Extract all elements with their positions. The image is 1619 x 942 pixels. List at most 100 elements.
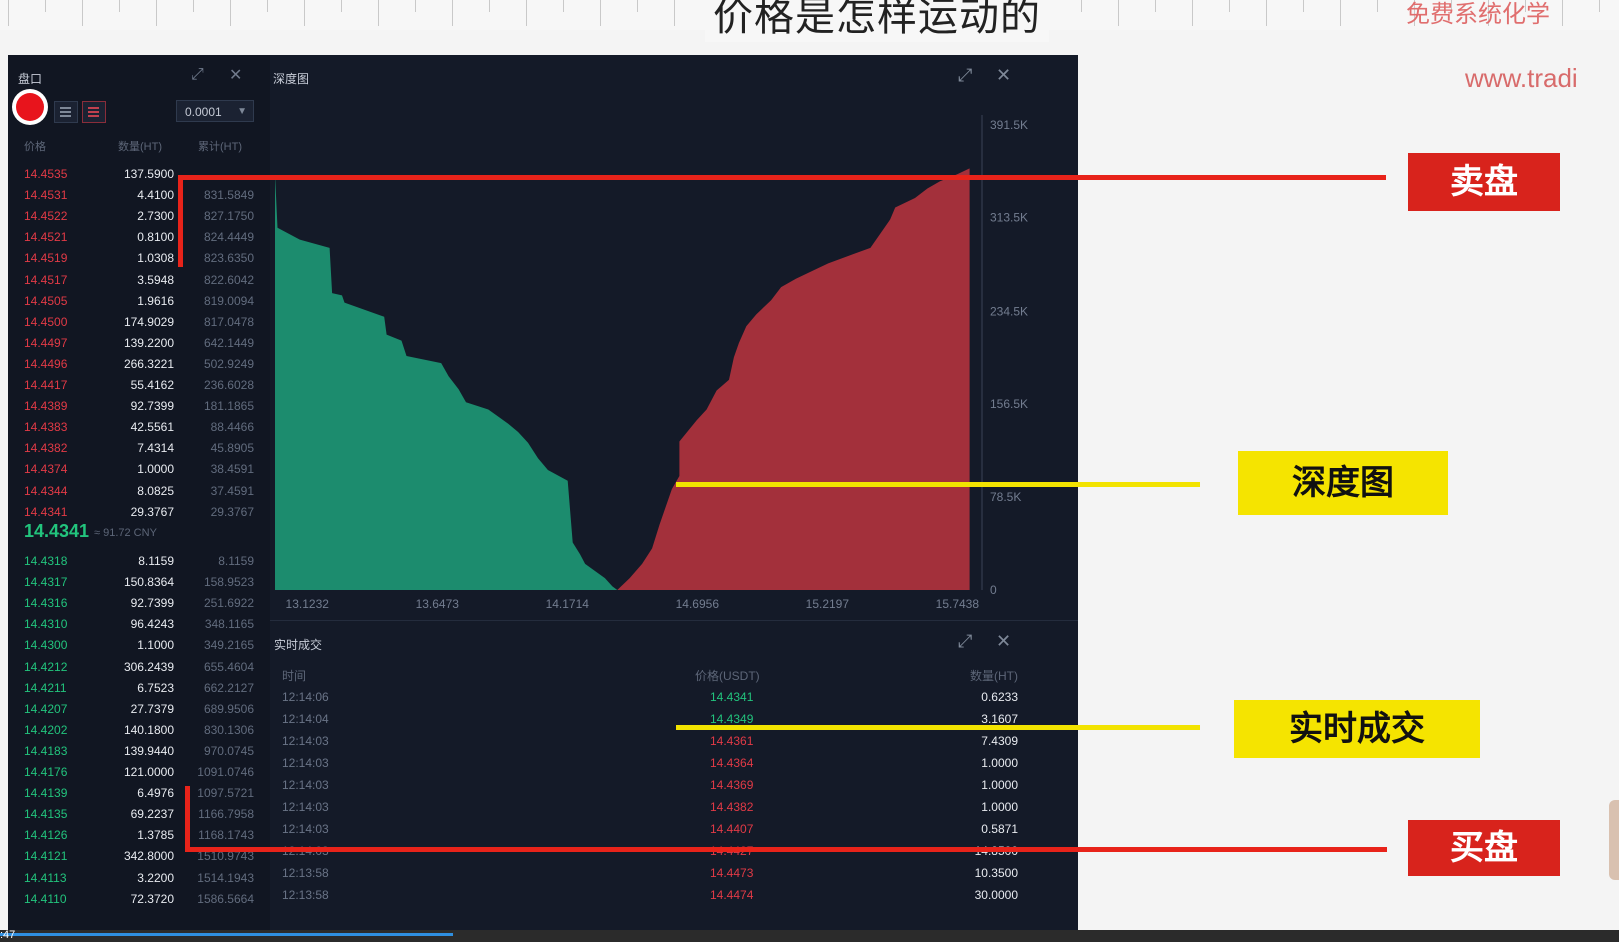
buy-annotation-line — [185, 847, 1387, 852]
record-icon[interactable] — [10, 87, 50, 127]
ask-price: 14.4531 — [24, 188, 68, 203]
video-progress-fill — [0, 933, 454, 936]
ask-total: 819.0094 — [203, 293, 254, 308]
ask-total: 37.4591 — [210, 483, 254, 498]
y-tick-label: 234.5K — [990, 304, 1028, 318]
expand-icon[interactable]: ⤢ — [958, 631, 972, 652]
buy-label: 买盘 — [1408, 820, 1560, 876]
bid-row[interactable]: 14.4176 121.0000 1091.0746 — [8, 763, 270, 783]
bid-row[interactable]: 14.4113 3.2200 1514.1943 — [8, 869, 270, 889]
bid-row[interactable]: 14.4316 92.7399 251.6922 — [8, 594, 270, 614]
trade-price: 14.4361 — [710, 734, 754, 748]
bid-row[interactable]: 14.4183 139.9440 970.0745 — [8, 742, 270, 762]
orderbook-title: 盘口 — [18, 72, 43, 86]
x-tick-label: 13.6473 — [416, 597, 460, 611]
ask-row[interactable]: 14.4383 42.5561 88.4466 — [8, 418, 270, 438]
ask-row[interactable]: 14.4417 55.4162 236.6028 — [8, 376, 270, 396]
orderbook-panel: 盘口 ⤢ ✕ 0.0001 ▼ 价格 数量(HT) 累计(HT) 14.4535… — [8, 55, 270, 932]
bid-row[interactable]: 14.4318 8.1159 8.1159 — [8, 552, 270, 572]
bid-row[interactable]: 14.4202 140.1800 830.1306 — [8, 721, 270, 741]
y-tick-label: 0 — [990, 583, 997, 597]
bid-price: 14.4110 — [24, 891, 67, 906]
bid-amount: 6.4976 — [137, 786, 174, 801]
video-progress-bar[interactable] — [0, 930, 1619, 942]
trade-row: 12:13:58 14.4474 30.0000 — [270, 886, 1078, 907]
sell-annotation-line — [178, 175, 1386, 180]
trade-time: 12:14:03 — [282, 800, 329, 814]
ruler-tick — [119, 0, 120, 12]
bid-row[interactable]: 14.4126 1.3785 1168.1743 — [8, 826, 270, 846]
ask-row[interactable]: 14.4374 1.0000 38.4591 — [8, 460, 270, 480]
bid-row[interactable]: 14.4135 69.2237 1166.7958 — [8, 805, 270, 825]
ruler-tick — [1118, 0, 1119, 26]
bid-row[interactable]: 14.4139 6.4976 1097.5721 — [8, 784, 270, 804]
ask-row[interactable]: 14.4500 174.9029 817.0478 — [8, 313, 270, 333]
ask-amount: 266.3221 — [123, 356, 174, 371]
ruler-tick — [1303, 0, 1304, 12]
ask-price: 14.4344 — [24, 483, 68, 498]
bid-row[interactable]: 14.4211 6.7523 662.2127 — [8, 679, 270, 699]
close-icon[interactable]: ✕ — [996, 631, 1011, 652]
bid-total: 1091.0746 — [197, 765, 254, 779]
ask-row[interactable]: 14.4519 1.0308 823.6350 — [8, 249, 270, 269]
ask-amount: 7.4314 — [137, 441, 174, 456]
ask-row[interactable]: 14.4517 3.5948 822.6042 — [8, 271, 270, 291]
header-total: 累计(HT) — [198, 141, 242, 153]
bid-row[interactable]: 14.4110 72.3720 1586.5664 — [8, 890, 270, 910]
bid-price: 14.4310 — [24, 617, 68, 632]
bid-amount: 96.4243 — [130, 617, 174, 632]
ask-row[interactable]: 14.4496 266.3221 502.9249 — [8, 355, 270, 375]
bid-price: 14.4183 — [24, 743, 68, 758]
bid-row[interactable]: 14.4310 96.4243 348.1165 — [8, 615, 270, 635]
view-both-button[interactable] — [54, 101, 78, 123]
bid-total: 1097.5721 — [197, 786, 254, 801]
ruler-tick — [267, 0, 268, 12]
ruler-tick — [600, 0, 601, 26]
trade-row: 12:14:03 14.4361 7.4309 — [270, 732, 1078, 753]
bid-price: 14.4126 — [24, 828, 68, 843]
ask-total: 88.4466 — [210, 420, 254, 435]
sell-annotation-bracket — [178, 175, 183, 267]
bid-total: 655.4604 — [203, 659, 254, 674]
ask-total: 181.1865 — [203, 399, 254, 414]
bid-amount: 27.7379 — [130, 701, 174, 716]
precision-select[interactable]: 0.0001 ▼ — [176, 100, 254, 122]
view-list-button[interactable] — [82, 101, 106, 123]
ask-depth-area — [617, 125, 970, 590]
trade-time: 12:14:03 — [282, 778, 329, 792]
bid-amount: 72.3720 — [130, 891, 174, 906]
ask-row[interactable]: 14.4382 7.4314 45.8905 — [8, 439, 270, 459]
ask-price: 14.4535 — [24, 167, 68, 181]
close-icon[interactable]: ✕ — [229, 65, 242, 85]
bid-amount: 3.2200 — [137, 870, 174, 885]
ask-row[interactable]: 14.4341 29.3767 29.3767 — [8, 503, 270, 523]
ask-row[interactable]: 14.4389 92.7399 181.1865 — [8, 397, 270, 417]
ask-total: 831.5849 — [203, 188, 254, 203]
bid-row[interactable]: 14.4300 1.1000 349.2165 — [8, 636, 270, 656]
ask-row[interactable]: 14.4344 8.0825 37.4591 — [8, 482, 270, 502]
trade-time: 12:13:58 — [282, 866, 329, 880]
trade-price: 14.4349 — [710, 712, 754, 726]
ask-row[interactable]: 14.4497 139.2200 642.1449 — [8, 334, 270, 354]
bid-row[interactable]: 14.4212 306.2439 655.4604 — [8, 658, 270, 678]
bid-row[interactable]: 14.4207 27.7379 689.9506 — [8, 700, 270, 720]
ask-amount: 1.9616 — [137, 293, 174, 308]
ruler-tick — [1340, 0, 1341, 26]
bid-amount: 342.8000 — [123, 849, 174, 864]
expand-icon[interactable]: ⤢ — [191, 66, 204, 84]
ask-price: 14.4521 — [24, 230, 68, 245]
ask-total: 502.9249 — [203, 356, 254, 371]
ask-total: 823.6350 — [203, 251, 254, 266]
ask-row[interactable]: 14.4505 1.9616 819.0094 — [8, 292, 270, 312]
ask-row[interactable]: 14.4522 2.7300 827.1750 — [8, 207, 270, 227]
ask-row[interactable]: 14.4531 4.4100 831.5849 — [8, 186, 270, 206]
ask-row[interactable]: 14.4521 0.8100 824.4449 — [8, 228, 270, 248]
bid-price: 14.4211 — [24, 680, 67, 695]
ask-total: 822.6042 — [203, 272, 254, 287]
bid-price: 14.4113 — [24, 870, 67, 885]
presenter-edge — [1609, 800, 1619, 880]
depth-chart: 0 78.5K 156.5K 234.5K 313.5K 391.5K 13.1232 13.… — [275, 115, 1028, 611]
buy-annotation-bracket — [185, 786, 190, 852]
bid-row[interactable]: 14.4317 150.8364 158.9523 — [8, 573, 270, 593]
ruler-tick — [230, 0, 231, 26]
